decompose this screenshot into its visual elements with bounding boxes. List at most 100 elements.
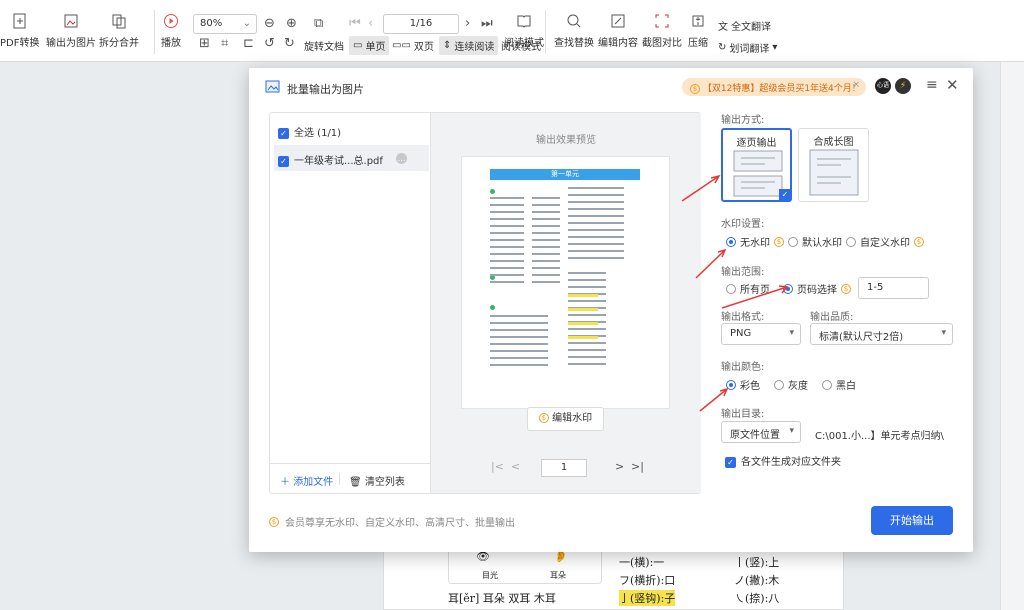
file-list-footer: ＋ 添加文件 🗑 清空列表	[270, 463, 430, 493]
text-line	[532, 197, 560, 199]
text-line	[532, 253, 560, 255]
continuous-read-button[interactable]: ⇕ 连续阅读	[439, 36, 499, 55]
pdf-convert-button[interactable]: PDF转换	[0, 12, 39, 49]
add-file-button[interactable]: ＋ 添加文件	[280, 473, 333, 488]
rotate-doc-button[interactable]: 旋转文档	[304, 38, 344, 53]
chevron-down-icon: ▾	[789, 328, 794, 338]
text-line	[568, 328, 606, 330]
continuous-icon: ⇕	[443, 40, 452, 51]
page-header-banner: 第一单元	[490, 169, 640, 180]
zoom-out-icon[interactable]: ⊖	[264, 16, 275, 31]
text-line	[568, 229, 624, 231]
edit-watermark-button[interactable]: $ 编辑水印	[527, 407, 604, 431]
clear-list-button[interactable]: 🗑 清空列表	[349, 473, 405, 488]
text-line	[568, 349, 606, 351]
text-line	[490, 281, 524, 283]
rotate-left-icon[interactable]: ↺	[264, 36, 275, 51]
text-line	[490, 357, 548, 359]
prev-page-icon[interactable]: ‹	[368, 16, 373, 31]
file-list: ✓ 全选 (1/1) ✓ 一年级考试...总.pdf … ＋ 添加文件 🗑 清空列表	[270, 113, 431, 493]
split-merge-button[interactable]: 拆分合并	[99, 12, 139, 49]
watermark-label: 水印设置:	[721, 219, 765, 230]
wm-default-radio[interactable]: 默认水印	[788, 234, 842, 249]
checkbox-checked-icon[interactable]: ✓	[278, 155, 289, 167]
next-page-icon[interactable]: ›	[465, 16, 470, 31]
text-line	[490, 232, 524, 234]
last-page-icon[interactable]: ⏭	[481, 16, 493, 31]
divider	[545, 10, 546, 54]
menu-icon[interactable]: ≡	[926, 77, 938, 93]
page-number-input[interactable]: 1	[541, 459, 587, 477]
crop-icon[interactable]: ⊏	[243, 36, 254, 51]
close-icon[interactable]: ✕	[946, 76, 959, 94]
ribbon-toolbar: PDF转换 输出为图片 拆分合并 播放 80% ⌄ ⊖ ⊕ ⧉ ⏮ ‹ 1/16 …	[0, 0, 1024, 62]
word-translate-button[interactable]: ↻ 划词翻译 ▾	[718, 40, 777, 55]
next-page-icon[interactable]: >	[615, 460, 624, 473]
mode-per-page-option[interactable]: 逐页输出 ✓	[721, 128, 792, 202]
avatar[interactable]: 心语	[875, 78, 891, 94]
text-line	[532, 218, 560, 220]
list-item[interactable]: ✓ 一年级考试...总.pdf …	[274, 145, 429, 171]
wm-custom-radio[interactable]: 自定义水印 $	[846, 234, 924, 249]
bullet-dot	[490, 305, 495, 310]
quality-select[interactable]: 标清(默认尺寸2倍) ▾	[810, 323, 953, 345]
mode-long-image-option[interactable]: 合成长图	[798, 128, 869, 202]
select-all-checkbox[interactable]: ✓ 全选 (1/1)	[278, 124, 341, 139]
more-icon[interactable]: …	[396, 153, 407, 164]
read-mode-label[interactable]: 阅读模式	[501, 38, 541, 53]
find-replace-button[interactable]: 查找替换	[554, 12, 594, 49]
text-line	[568, 336, 598, 339]
chevron-down-icon: ▾	[941, 328, 946, 338]
output-mode-label: 输出方式:	[721, 115, 765, 126]
full-translate-button[interactable]: 文全文翻译	[718, 18, 771, 33]
fit-width-icon[interactable]: ⌗	[221, 36, 228, 51]
edit-icon	[609, 12, 627, 30]
folder-option-checkbox[interactable]: ✓ 各文件生成对应文件夹	[725, 453, 841, 468]
screenshot-compare-button[interactable]: 截图对比	[642, 12, 682, 49]
quality-label: 输出品质:	[810, 312, 854, 323]
promo-banner[interactable]: $ 【双12特惠】超级会员买1年送4个月！ ×	[682, 78, 866, 96]
zoom-select[interactable]: 80% ⌄	[193, 14, 257, 34]
preview-label: 输出效果预览	[536, 135, 596, 146]
page-range-input[interactable]: 1-5	[858, 277, 929, 299]
text-line	[490, 336, 548, 338]
output-dir-select[interactable]: 原文件位置 ▾	[721, 421, 801, 443]
edit-content-button[interactable]: 编辑内容	[598, 12, 638, 49]
ear-caption: 耳朵	[550, 571, 566, 580]
first-page-icon[interactable]: ⏮	[349, 16, 361, 31]
text-line	[490, 225, 524, 227]
format-select[interactable]: PNG ▾	[721, 323, 801, 345]
first-page-icon[interactable]: |<	[491, 460, 504, 473]
doc-text-row: 丨(竖):上	[734, 556, 780, 569]
double-page-button[interactable]: ▭▭ 双页	[392, 38, 434, 53]
text-line	[532, 239, 560, 241]
prev-page-icon[interactable]: <	[511, 460, 520, 473]
zoom-in-icon[interactable]: ⊕	[286, 16, 297, 31]
play-button[interactable]: 播放	[161, 12, 181, 49]
plus-icon: ＋	[280, 477, 290, 488]
divider	[339, 473, 340, 485]
start-export-button[interactable]: 开始输出	[871, 506, 953, 535]
close-icon[interactable]: ×	[852, 80, 860, 90]
text-line	[568, 222, 624, 224]
chevron-down-icon: ⌄	[242, 18, 251, 29]
compress-button[interactable]: 压缩	[688, 12, 708, 49]
range-select-radio[interactable]: 页码选择 $	[783, 281, 851, 296]
fit-page-icon[interactable]: ⧉	[314, 16, 323, 31]
right-sidebar-strip	[1000, 62, 1024, 610]
color-full-radio[interactable]: 彩色	[726, 377, 760, 392]
vip-badge-icon: ⚡	[895, 78, 911, 94]
text-line	[490, 246, 524, 248]
wm-none-radio[interactable]: 无水印 $	[726, 234, 784, 249]
single-page-button[interactable]: ▭ 单页	[349, 36, 390, 55]
page-indicator[interactable]: 1/16	[383, 14, 459, 34]
color-gray-radio[interactable]: 灰度	[774, 377, 808, 392]
export-image-button[interactable]: 输出为图片	[46, 12, 96, 49]
rotate-right-icon[interactable]: ↻	[284, 36, 295, 51]
range-all-radio[interactable]: 所有页	[726, 281, 770, 296]
last-page-icon[interactable]: >|	[631, 460, 644, 473]
text-line	[490, 260, 524, 262]
color-bw-radio[interactable]: 黑白	[822, 377, 856, 392]
actual-size-icon[interactable]: ⊞	[199, 36, 210, 51]
text-line	[532, 267, 560, 269]
